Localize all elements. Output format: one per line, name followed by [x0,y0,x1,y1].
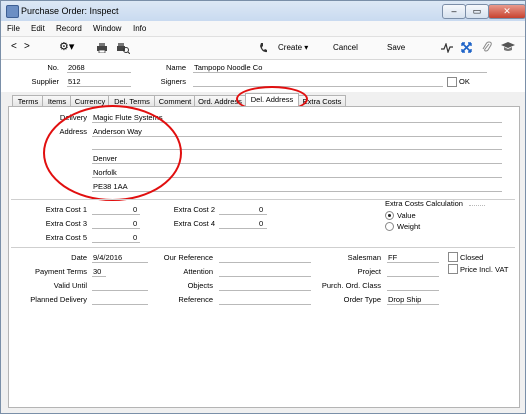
our-reference-label: Our Reference [163,253,213,262]
salesman-label: Salesman [347,253,381,262]
attention-field[interactable] [219,276,311,277]
menu-window[interactable]: Window [93,24,121,33]
del-address-panel: Delivery Magic Flute Systems Address And… [8,105,520,408]
extra-cost-2-field[interactable]: 0 [259,205,263,214]
value-radio[interactable] [385,211,394,220]
create-button-label: Create [278,43,303,52]
supplier-underline [67,86,131,87]
title-bar: Purchase Order: Inspect – ▭ ✕ [1,1,526,21]
date-field[interactable]: 9/4/2016 [93,253,122,262]
salesman-underline [387,262,439,263]
menu-edit[interactable]: Edit [31,24,45,33]
menu-file[interactable]: File [7,24,20,33]
date-label: Date [71,253,87,262]
attachment-icon[interactable] [482,41,492,54]
graduation-cap-icon[interactable] [501,42,515,52]
no-field[interactable]: 2068 [68,63,85,72]
toolbar: < > ⚙▾ Create ▾ Cancel Save [1,37,525,60]
window-title: Purchase Order: Inspect [21,6,119,16]
cancel-button[interactable]: Cancel [333,43,358,52]
menu-bar: File Edit Record Window Info [1,21,525,37]
purch-ord-class-label: Purch. Ord. Class [321,281,381,290]
valid-until-field[interactable] [92,290,148,291]
print-preview-icon[interactable] [116,43,130,54]
no-label: No. [47,63,59,72]
tab-strip: Terms Items Currency Del. Terms Comment … [1,86,525,112]
extra-cost-1-underline [92,214,140,215]
signers-label: Signers [160,77,186,86]
objects-label: Objects [187,281,213,290]
maximize-button[interactable]: ▭ [465,4,489,19]
our-reference-field[interactable] [219,262,311,263]
extra-cost-5-field[interactable]: 0 [133,233,137,242]
planned-delivery-label: Planned Delivery [30,295,87,304]
window: Purchase Order: Inspect – ▭ ✕ File Edit … [0,0,526,414]
close-button[interactable]: ✕ [488,4,526,19]
expand-icon[interactable] [461,42,472,53]
purch-ord-class-field[interactable] [387,290,439,291]
planned-delivery-field[interactable] [92,304,148,305]
weight-radio[interactable] [385,222,394,231]
forward-icon[interactable]: > [24,41,30,52]
minimize-button[interactable]: – [442,4,466,19]
extra-cost-3-field[interactable]: 0 [133,219,137,228]
date-underline [92,262,148,263]
extra-cost-5-underline [92,242,140,243]
ok-checkbox[interactable] [447,77,457,87]
order-type-underline [387,304,439,305]
extra-cost-4-label: Extra Cost 4 [173,219,215,228]
supplier-label: Supplier [31,77,59,86]
price-incl-vat-label: Price Incl. VAT [460,265,509,274]
order-type-label: Order Type [343,295,381,304]
separator-2 [11,247,515,248]
back-icon[interactable]: < [11,41,17,52]
name-underline [193,72,487,73]
print-icon[interactable] [96,43,108,53]
salesman-field[interactable]: FF [388,253,397,262]
menu-record[interactable]: Record [56,24,82,33]
ok-label: OK [459,77,470,86]
extra-cost-1-field[interactable]: 0 [133,205,137,214]
name-label: Name [165,63,186,72]
project-field[interactable] [387,276,439,277]
extra-costs-calc-label: Extra Costs Calculation [385,199,463,208]
reference-label: Reference [178,295,213,304]
extra-cost-1-label: Extra Cost 1 [45,205,87,214]
activity-icon[interactable] [441,43,453,53]
menu-info[interactable]: Info [133,24,146,33]
extra-cost-2-label: Extra Cost 2 [173,205,215,214]
payment-terms-label: Payment Terms [35,267,87,276]
gear-icon[interactable]: ⚙▾ [59,40,74,53]
extra-cost-4-field[interactable]: 0 [259,219,263,228]
create-button[interactable]: Create ▾ [278,43,308,52]
project-label: Project [357,267,381,276]
extra-cost-3-underline [92,228,140,229]
save-button[interactable]: Save [387,43,405,52]
price-incl-vat-checkbox[interactable] [448,264,458,274]
extra-cost-4-underline [219,228,267,229]
no-underline [67,72,131,73]
name-field[interactable]: Tampopo Noodle Co [194,63,262,72]
extra-cost-2-underline [219,214,267,215]
calc-dotted-rule [469,205,485,206]
closed-checkbox[interactable] [448,252,458,262]
value-radio-label: Value [397,211,416,220]
phone-icon[interactable] [259,42,267,53]
weight-radio-label: Weight [397,222,421,231]
attention-label: Attention [183,267,213,276]
address-highlight-ellipse [43,105,182,201]
closed-label: Closed [460,253,484,262]
payment-terms-underline [92,276,106,277]
extra-cost-5-label: Extra Cost 5 [45,233,87,242]
extra-cost-3-label: Extra Cost 3 [45,219,87,228]
valid-until-label: Valid Until [53,281,87,290]
payment-terms-field[interactable]: 30 [93,267,101,276]
signers-field[interactable] [193,86,443,87]
objects-field[interactable] [219,290,311,291]
reference-field[interactable] [219,304,311,305]
app-icon [6,5,19,18]
order-type-field[interactable]: Drop Ship [388,295,421,304]
supplier-field[interactable]: 512 [68,77,81,86]
